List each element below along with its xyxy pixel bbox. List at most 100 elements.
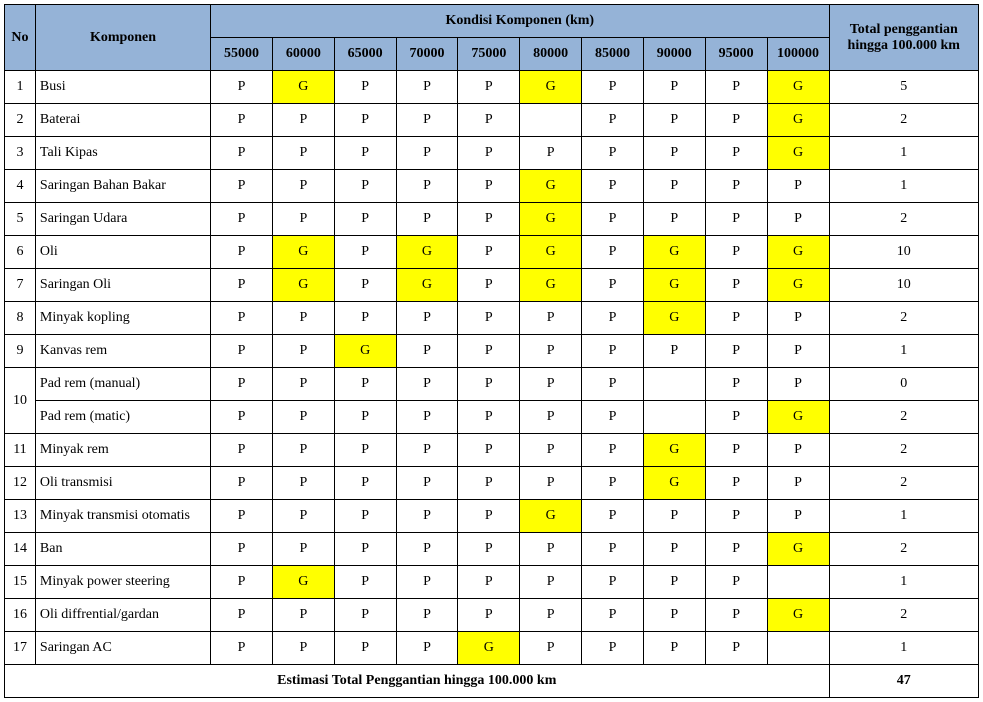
cell-value: P	[211, 500, 273, 533]
cell-value: P	[396, 599, 458, 632]
table-row: 14BanPPPPPPPPPG2	[5, 533, 979, 566]
table-row: 8Minyak koplingPPPPPPPGPP2	[5, 302, 979, 335]
cell-no: 4	[5, 170, 36, 203]
cell-value: P	[396, 170, 458, 203]
cell-no: 15	[5, 566, 36, 599]
table-row: 10Pad rem (manual)PPPPPPPPP0	[5, 368, 979, 401]
cell-value: P	[767, 335, 829, 368]
cell-name: Oli	[35, 236, 210, 269]
cell-value: P	[705, 533, 767, 566]
cell-value: G	[767, 269, 829, 302]
cell-value: P	[458, 368, 520, 401]
header-km-65000: 65000	[334, 38, 396, 71]
cell-value: P	[211, 269, 273, 302]
header-km-75000: 75000	[458, 38, 520, 71]
cell-value: P	[582, 269, 644, 302]
cell-value: P	[458, 170, 520, 203]
cell-value: P	[705, 236, 767, 269]
cell-value: P	[520, 302, 582, 335]
cell-value: G	[272, 71, 334, 104]
cell-value: G	[767, 236, 829, 269]
cell-name: Minyak rem	[35, 434, 210, 467]
cell-value: G	[520, 500, 582, 533]
cell-name: Saringan Oli	[35, 269, 210, 302]
cell-no: 8	[5, 302, 36, 335]
cell-value: P	[458, 434, 520, 467]
cell-value: P	[767, 170, 829, 203]
footer-label: Estimasi Total Penggantian hingga 100.00…	[5, 665, 830, 698]
cell-total: 2	[829, 104, 979, 137]
cell-value: P	[334, 599, 396, 632]
cell-value: P	[211, 632, 273, 665]
cell-value: P	[767, 302, 829, 335]
cell-value: P	[582, 434, 644, 467]
cell-value: P	[582, 500, 644, 533]
cell-value: P	[272, 137, 334, 170]
cell-name: Baterai	[35, 104, 210, 137]
cell-value: P	[458, 500, 520, 533]
cell-value: P	[458, 533, 520, 566]
cell-no: 13	[5, 500, 36, 533]
cell-value: P	[582, 368, 644, 401]
cell-value: P	[334, 137, 396, 170]
cell-value: G	[767, 104, 829, 137]
cell-value: P	[272, 203, 334, 236]
cell-value: P	[705, 500, 767, 533]
cell-value: P	[520, 137, 582, 170]
cell-value: P	[272, 104, 334, 137]
cell-no: 5	[5, 203, 36, 236]
cell-value: P	[458, 335, 520, 368]
cell-name: Busi	[35, 71, 210, 104]
cell-total: 1	[829, 170, 979, 203]
cell-value: P	[334, 632, 396, 665]
cell-value: P	[396, 368, 458, 401]
table-row: 4Saringan Bahan BakarPPPPPGPPPP1	[5, 170, 979, 203]
cell-total: 5	[829, 71, 979, 104]
cell-value: P	[211, 335, 273, 368]
cell-value: P	[520, 467, 582, 500]
table-row: 15Minyak power steeringPGPPPPPPP1	[5, 566, 979, 599]
cell-value: P	[458, 467, 520, 500]
table-row: 17Saringan ACPPPPGPPPP1	[5, 632, 979, 665]
cell-value: P	[272, 500, 334, 533]
cell-value: P	[705, 269, 767, 302]
table-row: 1BusiPGPPPGPPPG5	[5, 71, 979, 104]
cell-value: P	[643, 170, 705, 203]
cell-value: P	[396, 401, 458, 434]
cell-value: P	[582, 566, 644, 599]
cell-value: P	[643, 500, 705, 533]
cell-value: G	[520, 269, 582, 302]
cell-value: P	[396, 632, 458, 665]
cell-value: P	[705, 71, 767, 104]
table-row: Pad rem (matic)PPPPPPPPG2	[5, 401, 979, 434]
cell-no: 16	[5, 599, 36, 632]
cell-value: G	[767, 71, 829, 104]
cell-value: P	[767, 500, 829, 533]
cell-no: 7	[5, 269, 36, 302]
cell-value: G	[520, 170, 582, 203]
cell-value: P	[582, 302, 644, 335]
cell-value: P	[334, 203, 396, 236]
cell-value: P	[272, 335, 334, 368]
header-km-85000: 85000	[582, 38, 644, 71]
table-row: 5Saringan UdaraPPPPPGPPPP2	[5, 203, 979, 236]
cell-value: P	[705, 434, 767, 467]
cell-value: P	[520, 368, 582, 401]
cell-total: 1	[829, 566, 979, 599]
cell-value: P	[396, 533, 458, 566]
cell-value: P	[643, 335, 705, 368]
cell-value: P	[582, 104, 644, 137]
cell-value: P	[582, 632, 644, 665]
cell-value: P	[705, 203, 767, 236]
cell-value: P	[334, 302, 396, 335]
cell-value: P	[705, 368, 767, 401]
cell-value: P	[705, 104, 767, 137]
header-komponen: Komponen	[35, 5, 210, 71]
cell-value: P	[458, 566, 520, 599]
cell-value: G	[643, 236, 705, 269]
cell-value: P	[458, 104, 520, 137]
table-footer: Estimasi Total Penggantian hingga 100.00…	[5, 665, 979, 698]
cell-value: P	[643, 599, 705, 632]
cell-total: 2	[829, 434, 979, 467]
cell-value: P	[582, 170, 644, 203]
